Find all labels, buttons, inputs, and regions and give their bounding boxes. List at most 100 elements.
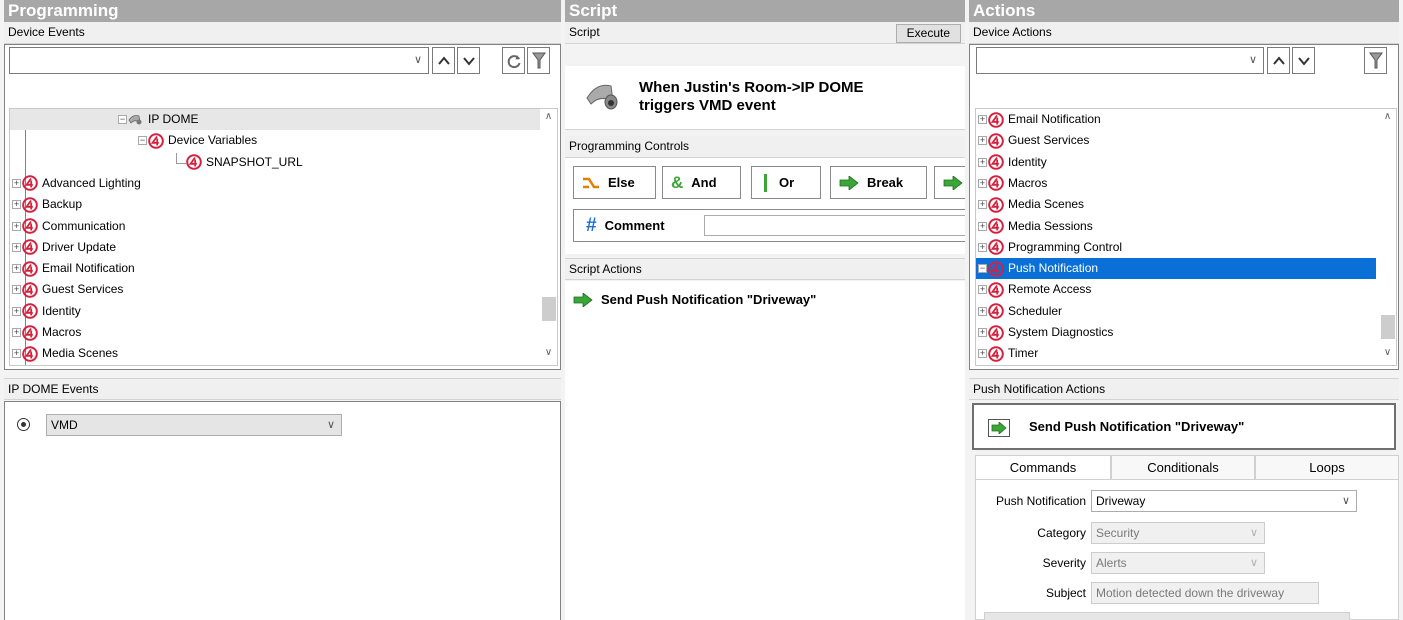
expand-icon[interactable]: + <box>978 349 987 359</box>
expand-icon[interactable]: + <box>12 349 21 359</box>
expand-icon[interactable]: + <box>12 328 21 337</box>
event-select[interactable]: VMD ∨ <box>46 414 342 436</box>
tree-item[interactable]: + Macros <box>10 322 540 343</box>
and-button[interactable]: & And <box>662 166 741 199</box>
expand-icon[interactable]: + <box>978 306 987 316</box>
refresh-icon <box>507 54 520 68</box>
expand-icon[interactable]: + <box>978 115 987 124</box>
move-down-button[interactable] <box>457 47 480 74</box>
expand-icon[interactable]: + <box>12 178 21 188</box>
tree-item[interactable]: + Advanced Lighting <box>10 173 540 194</box>
control4-icon <box>988 345 1004 362</box>
execute-button[interactable]: Execute <box>895 24 961 43</box>
tree-item-icon <box>988 218 1008 234</box>
tree-item[interactable]: + Identity <box>10 301 540 322</box>
break-button[interactable]: Break <box>830 166 927 199</box>
push-notification-select[interactable]: Driveway ∨ <box>1091 490 1357 512</box>
tree-item[interactable]: + Programming Control <box>976 237 1376 258</box>
tree-item[interactable]: + Timer <box>976 343 1376 364</box>
tree-item-label: Guest Services <box>1008 133 1090 148</box>
tree-item[interactable]: SNAPSHOT_URL <box>10 152 540 173</box>
scrollbar-thumb[interactable] <box>542 297 556 321</box>
tree-item-label: Guest Services <box>42 282 124 297</box>
collapse-icon[interactable]: − <box>138 136 147 146</box>
tree-item[interactable]: + Backup <box>10 194 540 215</box>
expand-icon[interactable]: + <box>12 285 21 295</box>
device-actions-combo[interactable]: ∨ <box>976 47 1264 74</box>
tree-item[interactable]: + Media Scenes <box>976 194 1376 215</box>
tree-item-label: Email Notification <box>1008 112 1101 126</box>
device-events-tree[interactable]: − IP DOME − Device Variables SNAPSHOT_URL + Ad… <box>9 108 558 366</box>
vmd-radio[interactable] <box>17 418 30 431</box>
tree-item[interactable]: + Scheduler <box>976 301 1376 322</box>
tab-commands[interactable]: Commands <box>975 455 1111 479</box>
expand-icon[interactable]: + <box>978 221 987 231</box>
move-up-button[interactable] <box>432 47 455 74</box>
tree-item[interactable]: − IP DOME <box>10 109 540 130</box>
expand-icon[interactable]: + <box>12 200 21 210</box>
expand-icon[interactable]: + <box>12 221 21 231</box>
tree-item-icon <box>988 111 1008 128</box>
actions-move-up-button[interactable] <box>1267 47 1290 74</box>
tree-item-icon <box>22 218 42 234</box>
control4-icon <box>988 111 1004 128</box>
expand-icon[interactable]: + <box>12 306 21 316</box>
scrollbar-thumb[interactable] <box>1381 315 1395 339</box>
scroll-up-icon[interactable]: ∧ <box>540 111 557 122</box>
comment-input[interactable] <box>704 215 965 236</box>
tree-item[interactable]: + Remote Access <box>976 279 1376 300</box>
script-action-text: Send Push Notification "Driveway" <box>601 292 817 307</box>
tree-item[interactable]: + System Diagnostics <box>976 322 1376 343</box>
else-button[interactable]: Else <box>573 166 656 199</box>
actions-filter-button[interactable] <box>1364 47 1387 74</box>
expand-icon[interactable]: + <box>978 242 987 252</box>
control4-icon <box>22 260 38 277</box>
expand-icon[interactable]: + <box>978 178 987 188</box>
more-control-button[interactable] <box>934 166 965 199</box>
tree-item[interactable]: − Device Variables <box>10 130 540 151</box>
tab-conditionals[interactable]: Conditionals <box>1111 455 1255 479</box>
scroll-up-icon[interactable]: ∧ <box>1379 111 1396 122</box>
actions-pane: Actions Device Actions ∨ + Email Notifica… <box>969 0 1399 620</box>
expand-icon[interactable]: + <box>12 264 21 274</box>
tab-loops[interactable]: Loops <box>1255 455 1399 479</box>
or-button[interactable]: Or <box>751 166 821 199</box>
actions-move-down-button[interactable] <box>1292 47 1315 74</box>
tree-item[interactable]: + Identity <box>976 152 1376 173</box>
expand-icon[interactable]: + <box>978 136 987 146</box>
tree-item[interactable]: + Email Notification <box>976 109 1376 130</box>
control4-icon <box>22 303 38 319</box>
script-action-row[interactable]: Send Push Notification "Driveway" <box>573 292 816 307</box>
tree-item[interactable]: + Guest Services <box>10 279 540 300</box>
expand-icon[interactable]: + <box>12 242 21 252</box>
tree-item-label: Timer <box>1008 346 1039 361</box>
scroll-down-icon[interactable]: ∨ <box>1379 347 1396 358</box>
tree-item[interactable]: + Media Sessions <box>976 216 1376 237</box>
collapse-icon[interactable]: − <box>118 115 127 124</box>
expand-icon[interactable]: + <box>978 200 987 210</box>
expand-icon[interactable]: + <box>978 285 987 295</box>
tree-item[interactable]: + Driver Update <box>10 237 540 258</box>
control4-icon <box>22 218 38 234</box>
tree-item[interactable]: + Macros <box>976 173 1376 194</box>
expand-icon[interactable]: + <box>978 157 987 167</box>
control4-icon <box>988 196 1004 213</box>
refresh-button[interactable] <box>502 47 525 74</box>
tree-item[interactable]: − Push Notification <box>976 258 1376 280</box>
tree-item[interactable]: + Email Notification <box>10 258 540 279</box>
tree-scrollbar[interactable]: ∧ ∨ <box>540 109 557 365</box>
category-value: Security <box>1096 526 1140 540</box>
actions-tree-scrollbar[interactable]: ∧ ∨ <box>1379 109 1396 365</box>
tree-item[interactable]: + Communication <box>10 216 540 237</box>
device-events-combo[interactable]: ∨ <box>9 47 429 74</box>
push-action-icon-box <box>988 419 1010 437</box>
tree-item-label: Advanced Lighting <box>42 175 141 190</box>
scroll-down-icon[interactable]: ∨ <box>540 347 557 358</box>
tree-item[interactable]: + Media Scenes <box>10 343 540 364</box>
push-action-box[interactable]: Send Push Notification "Driveway" <box>972 403 1396 450</box>
expand-icon[interactable]: + <box>978 328 987 337</box>
device-actions-tree[interactable]: + Email Notification + Guest Services + Ident… <box>975 108 1397 366</box>
tree-item[interactable]: + Guest Services <box>976 130 1376 151</box>
filter-button[interactable] <box>527 47 550 74</box>
collapse-icon[interactable]: − <box>978 264 987 274</box>
